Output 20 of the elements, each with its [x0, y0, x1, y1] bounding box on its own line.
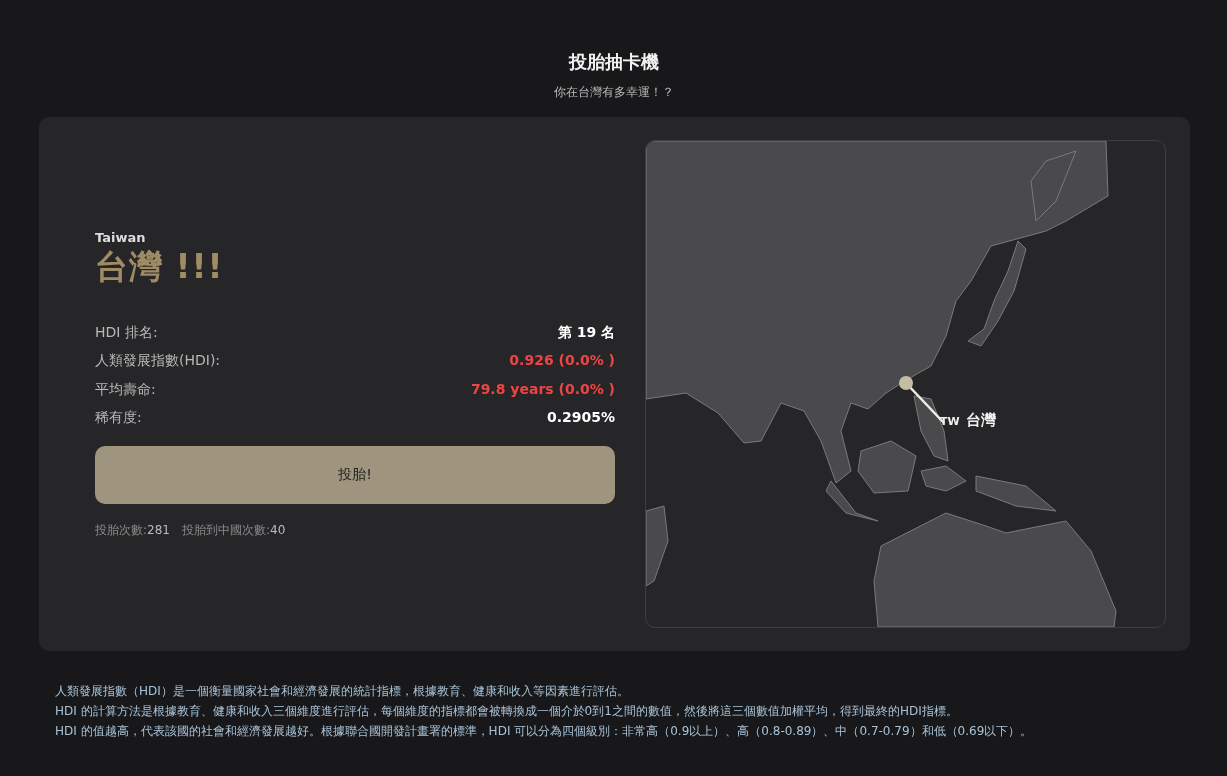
page-title: 投胎抽卡機	[567, 50, 660, 74]
stat-value: 0.926 (0.0% )	[509, 351, 615, 370]
marker-label: 台灣	[965, 411, 996, 430]
counter-text: 投胎到中國次數:40	[181, 521, 286, 539]
stat-value: 79.8 years (0.0% )	[470, 379, 615, 399]
footer-paragraph: 人類發展指數（HDI）是一個衡量國家社會和經濟發展的統計指標，根據教育、健康和收入等因素進行評估。	[55, 683, 630, 700]
stat-label: HDI 排名:	[95, 322, 158, 342]
page-subtitle: 你在台灣有多幸運！？	[552, 84, 675, 101]
stat-label: 人類發展指數(HDI):	[95, 351, 221, 370]
marker-code: TW	[940, 415, 960, 428]
footer-paragraph: HDI 的計算方法是根據教育、健康和收入三個維度進行評估，每個維度的指標都會被轉換成一個介於0到1之間的數值，然後將這三個數值加權平均，得到最終的HDI指標。	[55, 703, 959, 720]
country-name-english: Taiwan	[95, 229, 147, 245]
stat-label: 平均壽命:	[95, 379, 156, 399]
stat-value: 0.2905%	[546, 408, 615, 427]
footer-paragraph: HDI 的值越高，代表該國的社會和經濟發展越好。根據聯合國開發計畫署的標準，HDI 可以分為四個級別：非常高（0.9以上）、高（0.8-0.89）、中（0.7-0.79）和低（0.69以下）。	[55, 723, 1034, 740]
stat-label: 稀有度:	[95, 408, 142, 427]
draw-button[interactable]: 投胎!	[95, 445, 615, 504]
country-name: 台灣 !!!	[95, 245, 225, 288]
counter-text: 投胎次數:281	[95, 521, 170, 539]
stat-value: 第 19 名	[557, 322, 615, 342]
